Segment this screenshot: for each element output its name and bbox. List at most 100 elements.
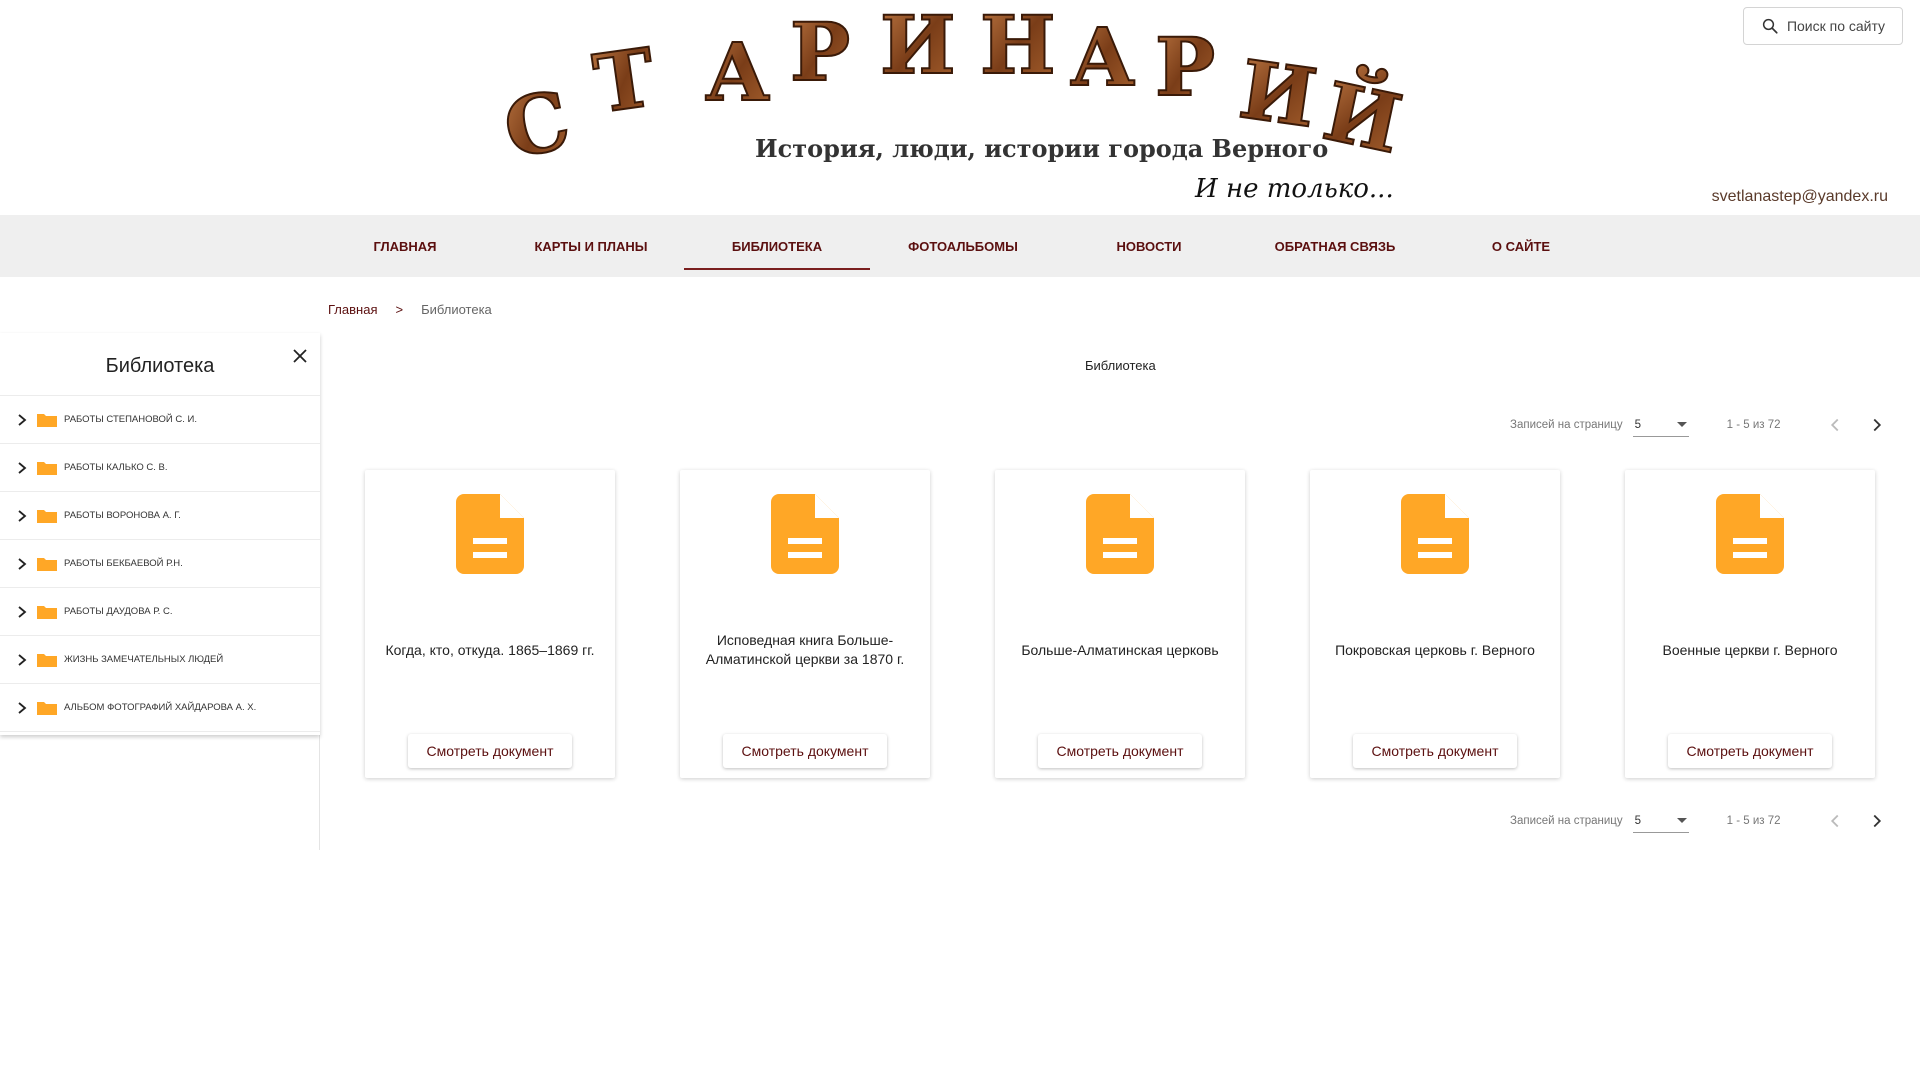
dropdown-arrow-icon: [1676, 422, 1687, 427]
document-icon: [456, 494, 524, 574]
folder-icon: [37, 653, 57, 667]
document-icon: [1716, 494, 1784, 574]
page-size-value: 5: [1634, 418, 1642, 431]
next-page-button[interactable]: [1863, 411, 1891, 439]
chevron-right-icon[interactable]: [14, 460, 30, 476]
nav-item-library[interactable]: БИБЛИОТЕКА: [684, 215, 870, 277]
chevron-right-icon: [1873, 418, 1881, 432]
page-size-label: Записей на страницу: [1510, 815, 1623, 827]
folder-icon: [37, 701, 57, 715]
sidebar-folder-item[interactable]: РАБОТЫ ВОРОНОВА А. Г.: [0, 492, 320, 540]
nav-item-news[interactable]: НОВОСТИ: [1056, 215, 1242, 277]
nav-item-about[interactable]: О САЙТЕ: [1428, 215, 1614, 277]
folder-label: ЖИЗНЬ ЗАМЕЧАТЕЛЬНЫХ ЛЮДЕЙ: [64, 654, 224, 665]
view-document-button[interactable]: Смотреть документ: [408, 734, 572, 768]
svg-text:Р: Р: [1155, 20, 1215, 114]
page-size-select[interactable]: 5: [1632, 809, 1689, 833]
search-icon: [1762, 18, 1778, 34]
document-card: Военные церкви г. Верного Смотреть докум…: [1625, 470, 1875, 778]
chevron-left-icon: [1830, 814, 1839, 828]
folder-icon: [37, 413, 57, 427]
sidebar-folder-list: РАБОТЫ СТЕПАНОВОЙ С. И. РАБОТЫ КАЛЬКО С.…: [0, 395, 320, 732]
svg-text:Т: Т: [588, 30, 660, 131]
dropdown-arrow-icon: [1676, 818, 1687, 823]
document-icon: [1086, 494, 1154, 574]
svg-text:Н: Н: [980, 5, 1056, 92]
folder-icon: [37, 509, 57, 523]
folder-icon: [37, 605, 57, 619]
svg-text:И: И: [880, 5, 956, 92]
folder-label: РАБОТЫ ДАУДОВА Р. С.: [64, 606, 173, 617]
view-document-button[interactable]: Смотреть документ: [1668, 734, 1832, 768]
next-page-button[interactable]: [1863, 807, 1891, 835]
chevron-right-icon: [1873, 814, 1881, 828]
breadcrumb-separator: >: [395, 302, 404, 317]
document-card: Покровская церковь г. Верного Смотреть д…: [1310, 470, 1560, 778]
sidebar-folder-item[interactable]: РАБОТЫ КАЛЬКО С. В.: [0, 444, 320, 492]
svg-text:С: С: [505, 72, 578, 177]
chevron-right-icon[interactable]: [14, 700, 30, 716]
view-document-button[interactable]: Смотреть документ: [723, 734, 887, 768]
nav-item-photo-albums[interactable]: ФОТОАЛЬБОМЫ: [870, 215, 1056, 277]
view-document-button[interactable]: Смотреть документ: [1038, 734, 1202, 768]
sidebar-folder-item[interactable]: РАБОТЫ ДАУДОВА Р. С.: [0, 588, 320, 636]
page-range: 1 - 5 из 72: [1726, 419, 1781, 431]
document-title: Военные церкви г. Верного: [1662, 641, 1838, 658]
chevron-right-icon[interactable]: [14, 556, 30, 572]
logo-tagline: И не только...: [1194, 174, 1394, 204]
chevron-right-icon[interactable]: [14, 412, 30, 428]
site-logo[interactable]: С Т А Р И Н А Р И Й История, люди, истор…: [505, 5, 1435, 205]
nav-item-home[interactable]: ГЛАВНАЯ: [312, 215, 498, 277]
page-range: 1 - 5 из 72: [1726, 815, 1781, 827]
folder-label: РАБОТЫ ВОРОНОВА А. Г.: [64, 510, 181, 521]
breadcrumb: Главная > Библиотека: [328, 302, 492, 317]
document-card-grid: Когда, кто, откуда. 1865–1869 гг. Смотре…: [365, 470, 1875, 778]
close-icon[interactable]: [290, 346, 310, 366]
contact-email[interactable]: svetlanastep@yandex.ru: [1712, 188, 1888, 206]
sidebar-folder-item[interactable]: ЖИЗНЬ ЗАМЕЧАТЕЛЬНЫХ ЛЮДЕЙ: [0, 636, 320, 684]
nav-item-feedback[interactable]: ОБРАТНАЯ СВЯЗЬ: [1242, 215, 1428, 277]
document-title: Больше-Алматинская церковь: [1021, 641, 1219, 658]
chevron-right-icon[interactable]: [14, 652, 30, 668]
document-title: Когда, кто, откуда. 1865–1869 гг.: [385, 641, 595, 658]
sidebar-title: Библиотека: [105, 355, 215, 377]
paginator-bottom: Записей на страницу 5 1 - 5 из 72: [1510, 806, 1891, 836]
svg-text:Й: Й: [1316, 58, 1411, 172]
main-title: Библиотека: [1085, 358, 1156, 373]
previous-page-button[interactable]: [1821, 411, 1849, 439]
svg-text:А: А: [705, 25, 770, 119]
search-button-label: Поиск по сайту: [1786, 18, 1886, 34]
site-header: С Т А Р И Н А Р И Й История, люди, истор…: [0, 0, 1920, 215]
sidebar-folder-item[interactable]: РАБОТЫ СТЕПАНОВОЙ С. И.: [0, 396, 320, 444]
library-sidebar: Библиотека РАБОТЫ СТЕПАНОВОЙ С. И. РАБОТ…: [0, 333, 320, 735]
main-navigation: ГЛАВНАЯ КАРТЫ И ПЛАНЫ БИБЛИОТЕКА ФОТОАЛЬ…: [0, 215, 1920, 277]
document-card: Больше-Алматинская церковь Смотреть доку…: [995, 470, 1245, 778]
page-size-select[interactable]: 5: [1632, 413, 1689, 437]
sidebar-folder-item[interactable]: РАБОТЫ БЕКБАЕВОЙ Р.Н.: [0, 540, 320, 588]
document-title: Исповедная книга Больше-Алматинской церк…: [705, 632, 905, 667]
document-icon: [771, 494, 839, 574]
folder-icon: [37, 557, 57, 571]
site-search-button[interactable]: Поиск по сайту: [1743, 7, 1903, 45]
svg-text:А: А: [1070, 10, 1135, 104]
sidebar-folder-item[interactable]: АЛЬБОМ ФОТОГРАФИЙ ХАЙДАРОВА А. Х.: [0, 684, 320, 732]
previous-page-button[interactable]: [1821, 807, 1849, 835]
breadcrumb-home-link[interactable]: Главная: [328, 302, 377, 317]
document-title: Покровская церковь г. Верного: [1335, 641, 1535, 658]
page-size-label: Записей на страницу: [1510, 419, 1623, 431]
folder-label: РАБОТЫ КАЛЬКО С. В.: [64, 462, 168, 473]
document-card: Исповедная книга Больше-Алматинской церк…: [680, 470, 930, 778]
folder-label: РАБОТЫ БЕКБАЕВОЙ Р.Н.: [64, 558, 183, 569]
chevron-left-icon: [1830, 418, 1839, 432]
page-size-value: 5: [1634, 814, 1642, 827]
chevron-right-icon[interactable]: [14, 508, 30, 524]
document-card: Когда, кто, откуда. 1865–1869 гг. Смотре…: [365, 470, 615, 778]
chevron-right-icon[interactable]: [14, 604, 30, 620]
folder-icon: [37, 461, 57, 475]
view-document-button[interactable]: Смотреть документ: [1353, 734, 1517, 768]
nav-item-maps[interactable]: КАРТЫ И ПЛАНЫ: [498, 215, 684, 277]
folder-label: АЛЬБОМ ФОТОГРАФИЙ ХАЙДАРОВА А. Х.: [64, 702, 257, 713]
svg-text:Р: Р: [790, 5, 850, 99]
document-icon: [1401, 494, 1469, 574]
logo-subtitle: История, люди, истории города Верного: [755, 134, 1328, 163]
